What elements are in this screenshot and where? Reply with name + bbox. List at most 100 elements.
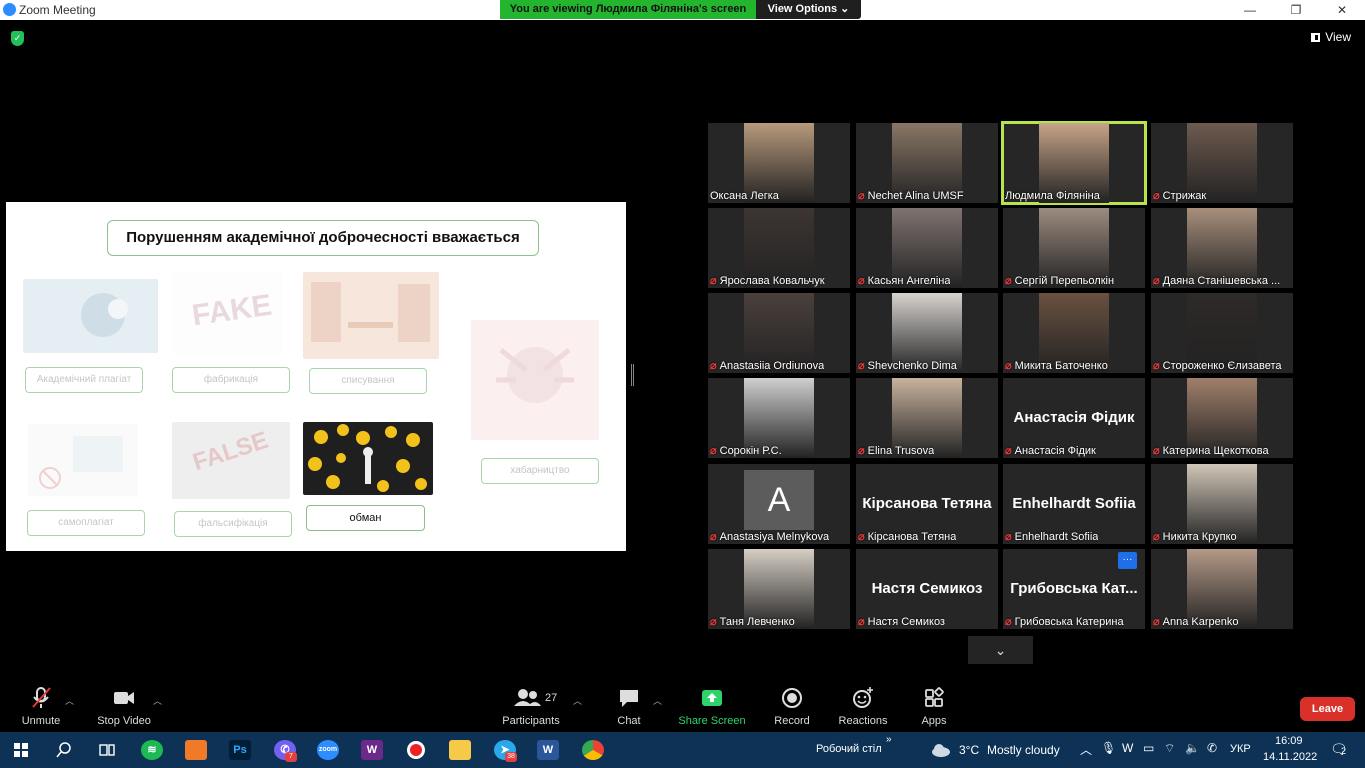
- split-drag-handle[interactable]: [631, 364, 634, 386]
- participant-tile[interactable]: Оксана Легка: [708, 123, 850, 203]
- viber-tray-icon[interactable]: ✆: [1207, 741, 1217, 755]
- meeting-toolbar: Unmute ︿ Stop Video ︿ Participants ︿ Cha…: [0, 680, 1365, 732]
- participant-name-label: ⌀ Грибовська Катерина: [1005, 615, 1124, 629]
- label-self-plagiarism: самоплагіат: [27, 510, 145, 536]
- audio-options-chevron-icon[interactable]: ︿: [65, 694, 74, 707]
- mic-muted-icon: ⌀: [1153, 616, 1160, 628]
- participant-tile[interactable]: ⌀ Nechet Alina UMSF: [856, 123, 998, 203]
- participant-tile[interactable]: ⌀ Катерина Щекоткова: [1151, 378, 1293, 458]
- avatar: A: [744, 470, 814, 530]
- participant-tile[interactable]: ⌀ Ярослава Ковальчук: [708, 208, 850, 288]
- participant-tile[interactable]: ⌀ Сергій Перепьолкін: [1003, 208, 1145, 288]
- record-button[interactable]: Record: [772, 686, 812, 727]
- participant-tile[interactable]: ⌀ Микита Баточенко: [1003, 293, 1145, 373]
- participant-tile[interactable]: ⌀ Стороженко Єлизавета: [1151, 293, 1293, 373]
- participant-name: Касьян Ангеліна: [867, 274, 951, 287]
- share-screen-button[interactable]: Share Screen: [678, 686, 746, 727]
- encryption-shield-icon[interactable]: ✓: [11, 31, 24, 46]
- volume-icon[interactable]: 🔈: [1185, 741, 1200, 755]
- label-deception: обман: [306, 505, 425, 531]
- word-icon[interactable]: W: [537, 740, 559, 760]
- cheating-image: [303, 272, 439, 359]
- participant-tile[interactable]: Кірсанова Тетяна ⌀ Кірсанова Тетяна: [856, 464, 998, 544]
- restore-button[interactable]: ❐: [1273, 0, 1319, 20]
- participant-tile[interactable]: ⌀ Таня Левченко: [708, 549, 850, 629]
- file-explorer-icon[interactable]: [449, 740, 471, 760]
- reactions-button[interactable]: Reactions: [836, 686, 890, 727]
- participant-name-label: ⌀ Ярослава Ковальчук: [710, 274, 825, 288]
- microphone-tray-icon[interactable]: 🎙: [1101, 741, 1116, 755]
- presentation-app-icon[interactable]: [185, 740, 207, 760]
- view-options-button[interactable]: View Options ⌄: [756, 0, 861, 19]
- unmute-label: Unmute: [21, 715, 61, 727]
- winrar-icon[interactable]: W: [361, 740, 383, 760]
- desktop-label[interactable]: Робочий стіл: [816, 743, 882, 755]
- gallery-next-page-button[interactable]: ⌄: [968, 636, 1033, 664]
- participant-name: Стороженко Єлизавета: [1162, 359, 1282, 372]
- apps-button[interactable]: Apps: [918, 686, 950, 727]
- record-label: Record: [774, 715, 810, 727]
- participant-tile[interactable]: ⌀ Shevchenko Dima: [856, 293, 998, 373]
- desktop-expand-icon[interactable]: »: [886, 734, 892, 745]
- false-stamp-text: FALSE: [189, 426, 272, 477]
- participant-name: Nechet Alina UMSF: [867, 189, 964, 202]
- keyboard-language[interactable]: УКР: [1230, 743, 1251, 755]
- participant-tile[interactable]: Enhelhardt Sofiia ⌀ Enhelhardt Sofiia: [1003, 464, 1145, 544]
- view-button[interactable]: View: [1311, 30, 1351, 44]
- participant-name: Enhelhardt Sofiia: [1014, 530, 1099, 543]
- search-icon[interactable]: [53, 740, 75, 760]
- participant-name-label: ⌀ Катерина Щекоткова: [1153, 444, 1269, 458]
- cloud-weather-icon[interactable]: [930, 740, 952, 760]
- mic-muted-icon: ⌀: [710, 360, 717, 372]
- participant-tile[interactable]: Анастасія Фідик ⌀ Анастасія Фідик: [1003, 378, 1145, 458]
- mic-muted-icon: ⌀: [858, 616, 865, 628]
- participants-options-chevron-icon[interactable]: ︿: [573, 694, 582, 707]
- participant-tile[interactable]: ⌀ Anna Karpenko: [1151, 549, 1293, 629]
- view-button-label: View: [1325, 30, 1351, 44]
- stop-video-button[interactable]: Stop Video: [95, 686, 153, 727]
- participant-name: Грибовська Катерина: [1014, 615, 1124, 628]
- photoshop-icon[interactable]: Ps: [229, 740, 251, 760]
- fake-stamp-text: FAKE: [190, 288, 274, 333]
- participant-tile[interactable]: ⌀ Даяна Станішевська ...: [1151, 208, 1293, 288]
- participant-name: Кірсанова Тетяна: [867, 530, 957, 543]
- participant-tile[interactable]: Грибовська Кат... ··· ⌀ Грибовська Катерина: [1003, 549, 1145, 629]
- participant-tile[interactable]: ⌀ Никита Крупко: [1151, 464, 1293, 544]
- mic-muted-icon: ⌀: [858, 360, 865, 372]
- participant-tile[interactable]: ⌀ Anastasiia Ordiunova: [708, 293, 850, 373]
- participant-name: Даяна Станішевська ...: [1162, 274, 1281, 287]
- screen-recorder-icon[interactable]: [405, 740, 427, 760]
- participant-tile[interactable]: Людмила Філяніна: [1001, 121, 1147, 205]
- prohibited-icon: [39, 436, 123, 489]
- clock-date[interactable]: 14.11.2022: [1263, 751, 1317, 763]
- leave-button[interactable]: Leave: [1300, 697, 1355, 721]
- chrome-icon[interactable]: [582, 740, 604, 760]
- mic-muted-icon: ⌀: [1005, 531, 1012, 543]
- task-view-icon[interactable]: [96, 740, 118, 760]
- participant-tile[interactable]: A ⌀ Anastasiya Melnykova: [708, 464, 850, 544]
- winrar-tray-icon[interactable]: W: [1122, 741, 1133, 755]
- spotify-icon[interactable]: ≋: [141, 740, 163, 760]
- more-options-button[interactable]: ···: [1118, 552, 1137, 569]
- label-bribery: хабарництво: [481, 458, 599, 484]
- tray-expand-icon[interactable]: ︿: [1080, 741, 1092, 758]
- participant-name-label: ⌀ Анастасія Фідик: [1005, 444, 1096, 458]
- minimize-button[interactable]: —: [1227, 0, 1273, 20]
- participant-tile[interactable]: ⌀ Сорокін Р.С.: [708, 378, 850, 458]
- chat-button[interactable]: Chat: [612, 686, 646, 727]
- battery-icon[interactable]: ▭: [1143, 741, 1154, 755]
- windows-start-icon[interactable]: [10, 740, 32, 760]
- participant-tile[interactable]: ⌀ Elina Trusova: [856, 378, 998, 458]
- clock-time[interactable]: 16:09: [1275, 735, 1303, 747]
- wifi-icon[interactable]: ⌔: [1164, 741, 1175, 756]
- participant-tile[interactable]: ⌀ Касьян Ангеліна: [856, 208, 998, 288]
- close-button[interactable]: ✕: [1319, 0, 1365, 20]
- unmute-button[interactable]: Unmute: [18, 686, 64, 727]
- participant-tile[interactable]: ⌀ Стрижак: [1151, 123, 1293, 203]
- chat-options-chevron-icon[interactable]: ︿: [653, 694, 662, 707]
- zoom-icon[interactable]: zoom: [317, 740, 339, 760]
- viber-badge: 7: [285, 752, 297, 762]
- participant-tile[interactable]: Настя Семикоз ⌀ Настя Семикоз: [856, 549, 998, 629]
- mic-muted-icon: ⌀: [1153, 445, 1160, 457]
- video-options-chevron-icon[interactable]: ︿: [153, 694, 162, 707]
